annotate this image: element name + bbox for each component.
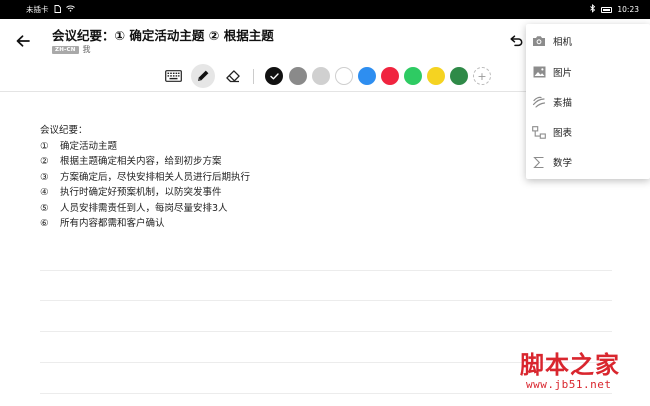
- watermark-text: 脚本之家: [520, 350, 620, 379]
- ruled-line: [40, 300, 612, 301]
- undo-icon: [510, 35, 523, 47]
- note-meta: ZH-CN 我: [52, 44, 91, 55]
- color-swatch-green[interactable]: [404, 67, 422, 85]
- bluetooth-icon: [590, 3, 596, 15]
- menu-item-sketch[interactable]: 素描: [526, 87, 650, 117]
- camera-icon: [532, 34, 546, 48]
- language-badge[interactable]: ZH-CN: [52, 45, 79, 54]
- list-number: ③: [40, 171, 49, 183]
- list-item: ⑤ 人员安排需责任到人，每岗尽量安排3人: [40, 201, 600, 216]
- sketch-icon: [532, 95, 546, 109]
- color-swatch-blue[interactable]: [358, 67, 376, 85]
- menu-label: 相机: [553, 37, 573, 48]
- ruled-line: [40, 270, 612, 271]
- list-text: 执行时确定好预案机制，以防突发事件: [60, 187, 222, 199]
- chart-icon: [532, 125, 546, 139]
- menu-label: 数学: [553, 158, 573, 169]
- watermark: 脚本之家 www.jb51.net: [520, 350, 620, 392]
- carrier-text: 未插卡: [26, 5, 49, 14]
- menu-item-camera[interactable]: 相机: [526, 26, 650, 56]
- add-color-button[interactable]: +: [473, 67, 491, 85]
- menu-label: 素描: [553, 98, 573, 109]
- color-swatch-yellow[interactable]: [427, 67, 445, 85]
- list-text: 所有内容都需和客户确认: [60, 217, 165, 229]
- list-number: ⑥: [40, 217, 49, 229]
- keyboard-button[interactable]: [161, 64, 185, 88]
- color-swatch-gray[interactable]: [289, 67, 307, 85]
- pen-icon: [198, 70, 209, 81]
- insert-menu: 相机 图片 素描 图表 数学: [526, 24, 650, 179]
- menu-item-image[interactable]: 图片: [526, 57, 650, 87]
- color-swatch-black[interactable]: [265, 67, 283, 85]
- eraser-icon: [226, 70, 240, 83]
- status-bar: 未插卡 10:23: [0, 0, 650, 19]
- menu-label: 图片: [553, 68, 573, 79]
- color-swatch-dark-green[interactable]: [450, 67, 468, 85]
- note-title[interactable]: 会议纪要：① 确定活动主题 ② 根据主题: [52, 25, 274, 44]
- list-number: ④: [40, 187, 49, 199]
- note-heading: 会议纪要：: [40, 125, 88, 136]
- keyboard-icon: [164, 70, 182, 82]
- watermark-url: www.jb51.net: [526, 378, 612, 391]
- list-number: ②: [40, 156, 49, 168]
- color-swatch-light-gray[interactable]: [312, 67, 330, 85]
- list-item: ③ 方案确定后，尽快安排相关人员进行后期执行: [40, 170, 600, 185]
- list-number: ⑤: [40, 202, 49, 214]
- color-swatch-white[interactable]: [335, 67, 353, 85]
- list-item: ⑥ 所有内容都需和客户确认: [40, 216, 600, 231]
- eraser-button[interactable]: [221, 64, 245, 88]
- menu-label: 图表: [553, 128, 573, 139]
- back-arrow-icon: [16, 35, 30, 47]
- list-text: 根据主题确定相关内容，给到初步方案: [60, 156, 222, 168]
- color-swatch-red[interactable]: [381, 67, 399, 85]
- pen-button[interactable]: [191, 64, 215, 88]
- ruled-line: [40, 393, 612, 394]
- menu-item-math[interactable]: 数学: [526, 147, 650, 177]
- back-button[interactable]: [14, 32, 32, 50]
- menu-item-chart[interactable]: 图表: [526, 117, 650, 147]
- list-text: 确定活动主题: [60, 141, 118, 152]
- undo-button[interactable]: [507, 32, 525, 50]
- wifi-icon: [65, 5, 75, 14]
- sim-icon: [54, 4, 61, 15]
- battery-icon: [601, 6, 613, 13]
- image-icon: [532, 65, 546, 79]
- list-number: ①: [40, 141, 49, 152]
- ruled-line: [40, 331, 612, 332]
- list-item: ① 确定活动主题: [40, 139, 600, 154]
- list-text: 方案确定后，尽快安排相关人员进行后期执行: [60, 171, 251, 183]
- toolbar-divider: [253, 69, 254, 84]
- list-item: ② 根据主题确定相关内容，给到初步方案: [40, 154, 600, 169]
- clock-text: 10:23: [617, 5, 639, 14]
- sigma-icon: [532, 155, 546, 169]
- list-text: 人员安排需责任到人，每岗尽量安排3人: [60, 202, 228, 214]
- note-body[interactable]: 会议纪要： ① 确定活动主题 ② 根据主题确定相关内容，给到初步方案 ③ 方案确定后，…: [40, 123, 600, 231]
- author-label: 我: [82, 45, 91, 54]
- selected-check-icon: [269, 72, 279, 79]
- list-item: ④ 执行时确定好预案机制，以防突发事件: [40, 185, 600, 200]
